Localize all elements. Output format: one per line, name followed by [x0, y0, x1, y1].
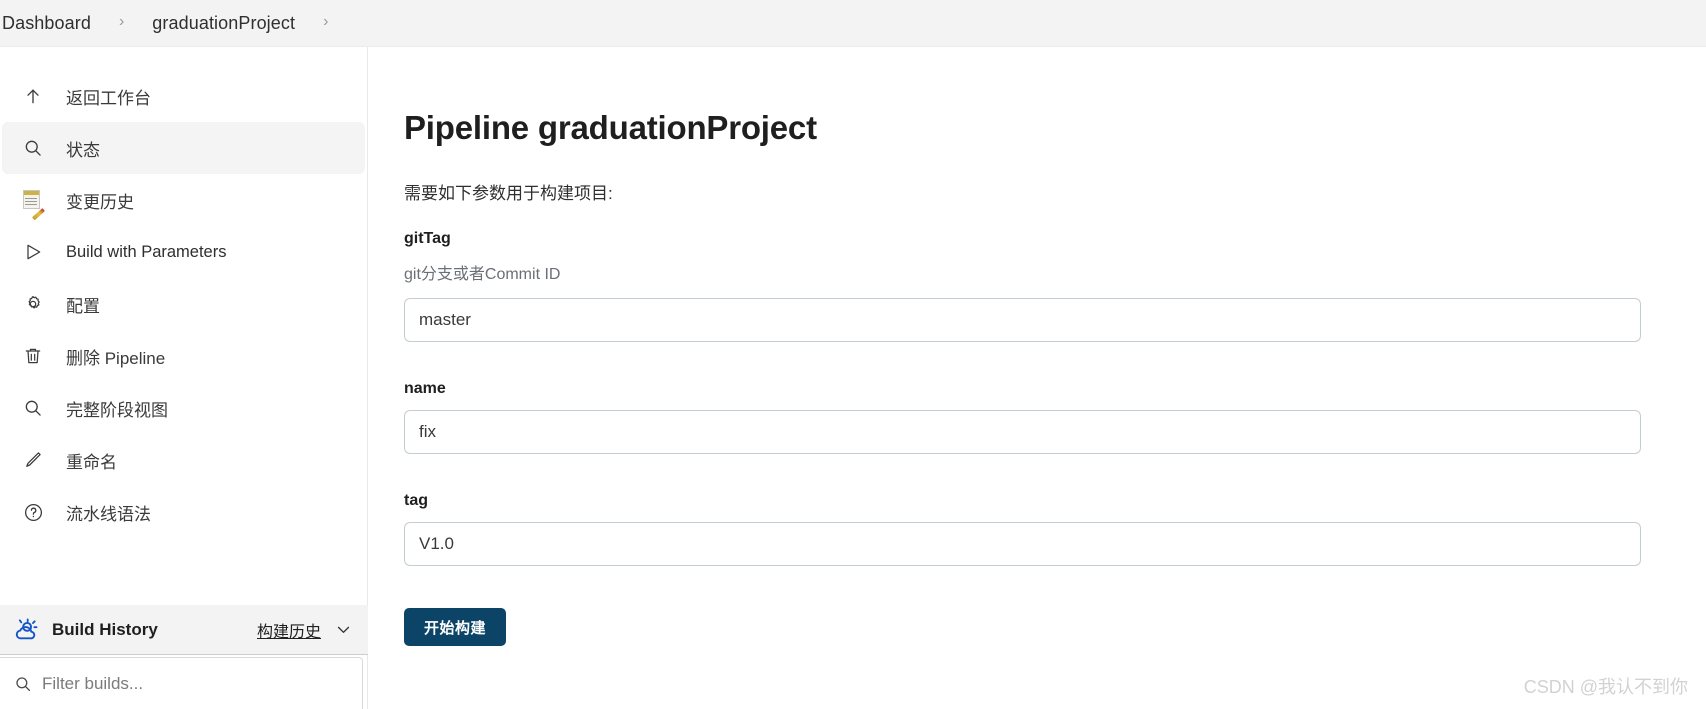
breadcrumb-separator-icon-2: › [323, 13, 329, 30]
watermark: CSDN @我认不到你 [1523, 677, 1688, 697]
play-icon [14, 242, 52, 262]
gear-icon [14, 294, 52, 314]
main-content: Pipeline graduationProject 需要如下参数用于构建项目:… [368, 47, 1706, 709]
sidebar-item-status[interactable]: 状态 [2, 122, 365, 174]
breadcrumb: Dashboard › graduationProject › [0, 0, 1706, 47]
search-icon [14, 138, 52, 158]
question-circle-icon [14, 502, 52, 523]
sidebar-item-build-with-parameters[interactable]: Build with Parameters [2, 226, 365, 278]
parameter-input-tag[interactable] [404, 522, 1641, 566]
pencil-icon [14, 450, 52, 470]
jenkins-weather-cloud-icon [10, 617, 44, 642]
sidebar-item-rename[interactable]: 重命名 [2, 434, 365, 486]
sidebar: 返回工作台 状态 变更历史 Build with Parameters 配置 删… [0, 47, 368, 709]
page-title: Pipeline graduationProject [404, 109, 817, 146]
start-build-button[interactable]: 开始构建 [404, 608, 507, 646]
sidebar-item-delete-pipeline[interactable]: 删除 Pipeline [2, 330, 365, 382]
sidebar-item-label-build-params: Build with Parameters [66, 242, 227, 261]
sidebar-item-back-to-dashboard[interactable]: 返回工作台 [2, 70, 365, 122]
page-body: 返回工作台 状态 变更历史 Build with Parameters 配置 删… [0, 47, 1706, 709]
sidebar-item-pipeline-syntax[interactable]: 流水线语法 [2, 486, 365, 538]
build-history-header[interactable]: Build History 构建历史 [0, 605, 368, 655]
parameter-label: tag [404, 492, 428, 509]
filter-builds-row[interactable] [0, 657, 363, 709]
arrow-up-icon [14, 86, 52, 106]
parameter-block-tag: tag [404, 492, 1706, 566]
sidebar-item-full-stage-view[interactable]: 完整阶段视图 [2, 382, 365, 434]
change-history-icon [14, 189, 52, 221]
sidebar-item-label-delete-pipeline: 删除 Pipeline [66, 348, 166, 368]
filter-builds-input[interactable] [38, 672, 318, 695]
build-history-link[interactable]: 构建历史 [257, 618, 321, 642]
sidebar-item-label-rename: 重命名 [66, 452, 117, 472]
parameter-block-gitTag: gitTag git分支或者Commit ID [404, 230, 1706, 342]
sidebar-item-label-configure: 配置 [66, 296, 100, 316]
sidebar-item-label-back: 返回工作台 [66, 88, 151, 108]
sidebar-item-label-pipeline-syntax: 流水线语法 [66, 504, 151, 524]
sidebar-item-change-history[interactable]: 变更历史 [2, 174, 365, 226]
sidebar-item-configure[interactable]: 配置 [2, 278, 365, 330]
parameter-label: name [404, 380, 446, 397]
chevron-down-icon[interactable] [335, 621, 352, 638]
breadcrumb-separator-icon: › [118, 13, 125, 30]
parameter-input-gitTag[interactable] [404, 298, 1641, 342]
parameter-description: git分支或者Commit ID [404, 266, 561, 283]
parameter-input-name[interactable] [404, 410, 1641, 454]
intro-text: 需要如下参数用于构建项目: [404, 184, 613, 203]
breadcrumb-item-project[interactable]: graduationProject [146, 13, 301, 34]
sidebar-item-label-change-history: 变更历史 [66, 192, 134, 212]
search-icon [14, 398, 52, 418]
sidebar-item-label-full-stage-view: 完整阶段视图 [66, 400, 168, 420]
sidebar-item-label-status: 状态 [66, 140, 100, 160]
parameter-label: gitTag [404, 230, 451, 247]
breadcrumb-item-dashboard[interactable]: Dashboard [0, 13, 97, 34]
search-icon [8, 675, 38, 693]
trash-icon [14, 346, 52, 366]
build-history-title: Build History [52, 619, 158, 639]
parameter-block-name: name [404, 380, 1706, 454]
